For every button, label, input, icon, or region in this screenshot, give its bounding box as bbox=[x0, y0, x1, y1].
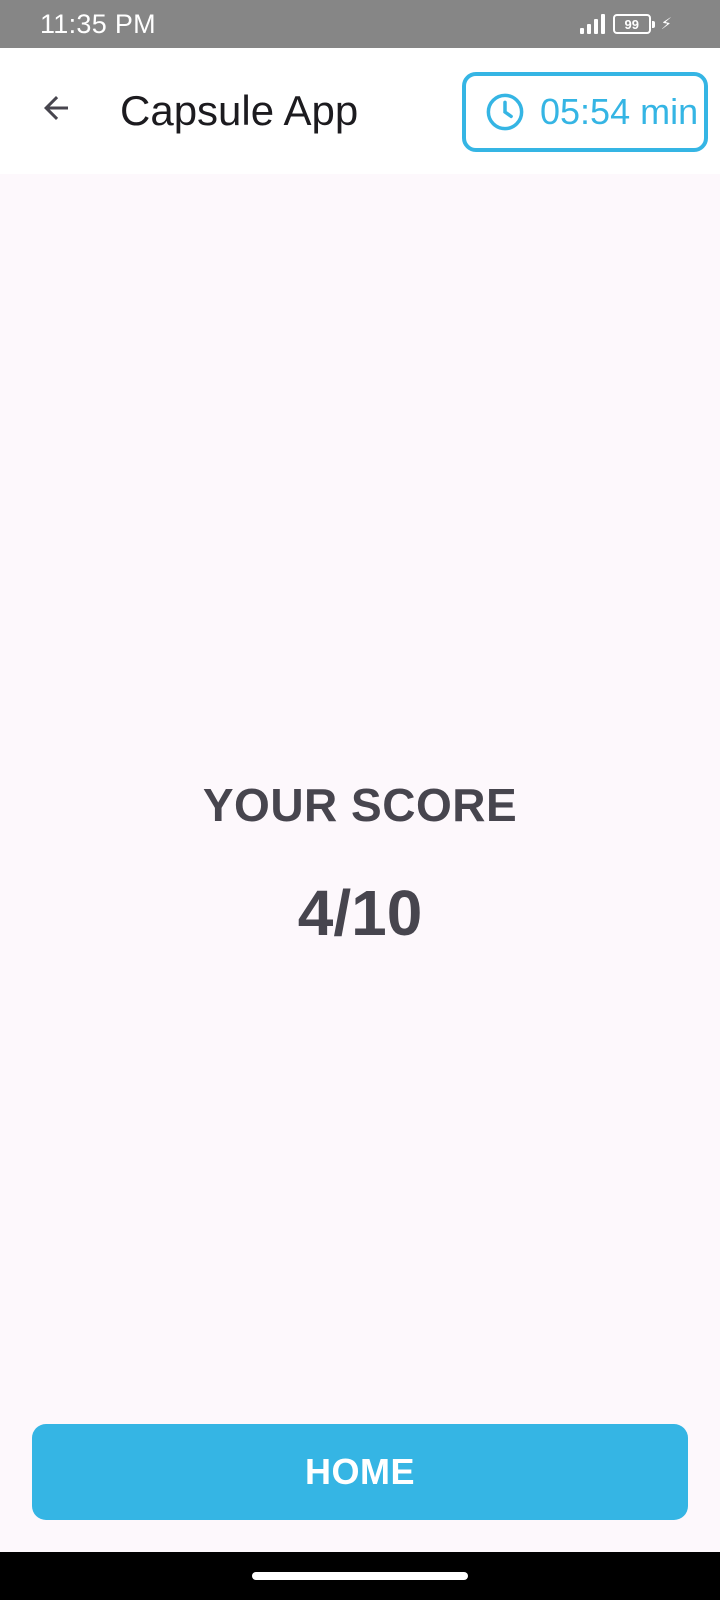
timer-value: 05:54 min bbox=[540, 91, 699, 132]
app-bar: Capsule App 05:54 min bbox=[0, 48, 720, 174]
clock-icon bbox=[486, 93, 524, 131]
score-screen: 11:35 PM 99 ⚡ Capsule App 05:54 min YOUR… bbox=[0, 0, 720, 1600]
signal-icon bbox=[579, 14, 605, 34]
status-icons: 99 ⚡ bbox=[579, 14, 672, 34]
battery-level: 99 bbox=[624, 16, 639, 32]
page-title: Capsule App bbox=[120, 87, 359, 134]
status-bar: 11:35 PM 99 ⚡ bbox=[0, 0, 720, 48]
timer-badge: 05:54 min bbox=[462, 72, 708, 152]
arrow-back-icon bbox=[44, 96, 68, 120]
back-button[interactable] bbox=[34, 86, 78, 130]
charging-icon: ⚡ bbox=[660, 16, 672, 33]
battery-icon: 99 bbox=[612, 14, 655, 34]
status-time: 11:35 PM bbox=[40, 8, 156, 39]
home-button[interactable]: HOME bbox=[32, 1424, 688, 1520]
score-value: 4/10 bbox=[297, 877, 423, 949]
score-label: YOUR SCORE bbox=[202, 779, 518, 831]
navigation-bar bbox=[0, 1552, 720, 1600]
home-gesture-handle[interactable] bbox=[252, 1572, 468, 1580]
